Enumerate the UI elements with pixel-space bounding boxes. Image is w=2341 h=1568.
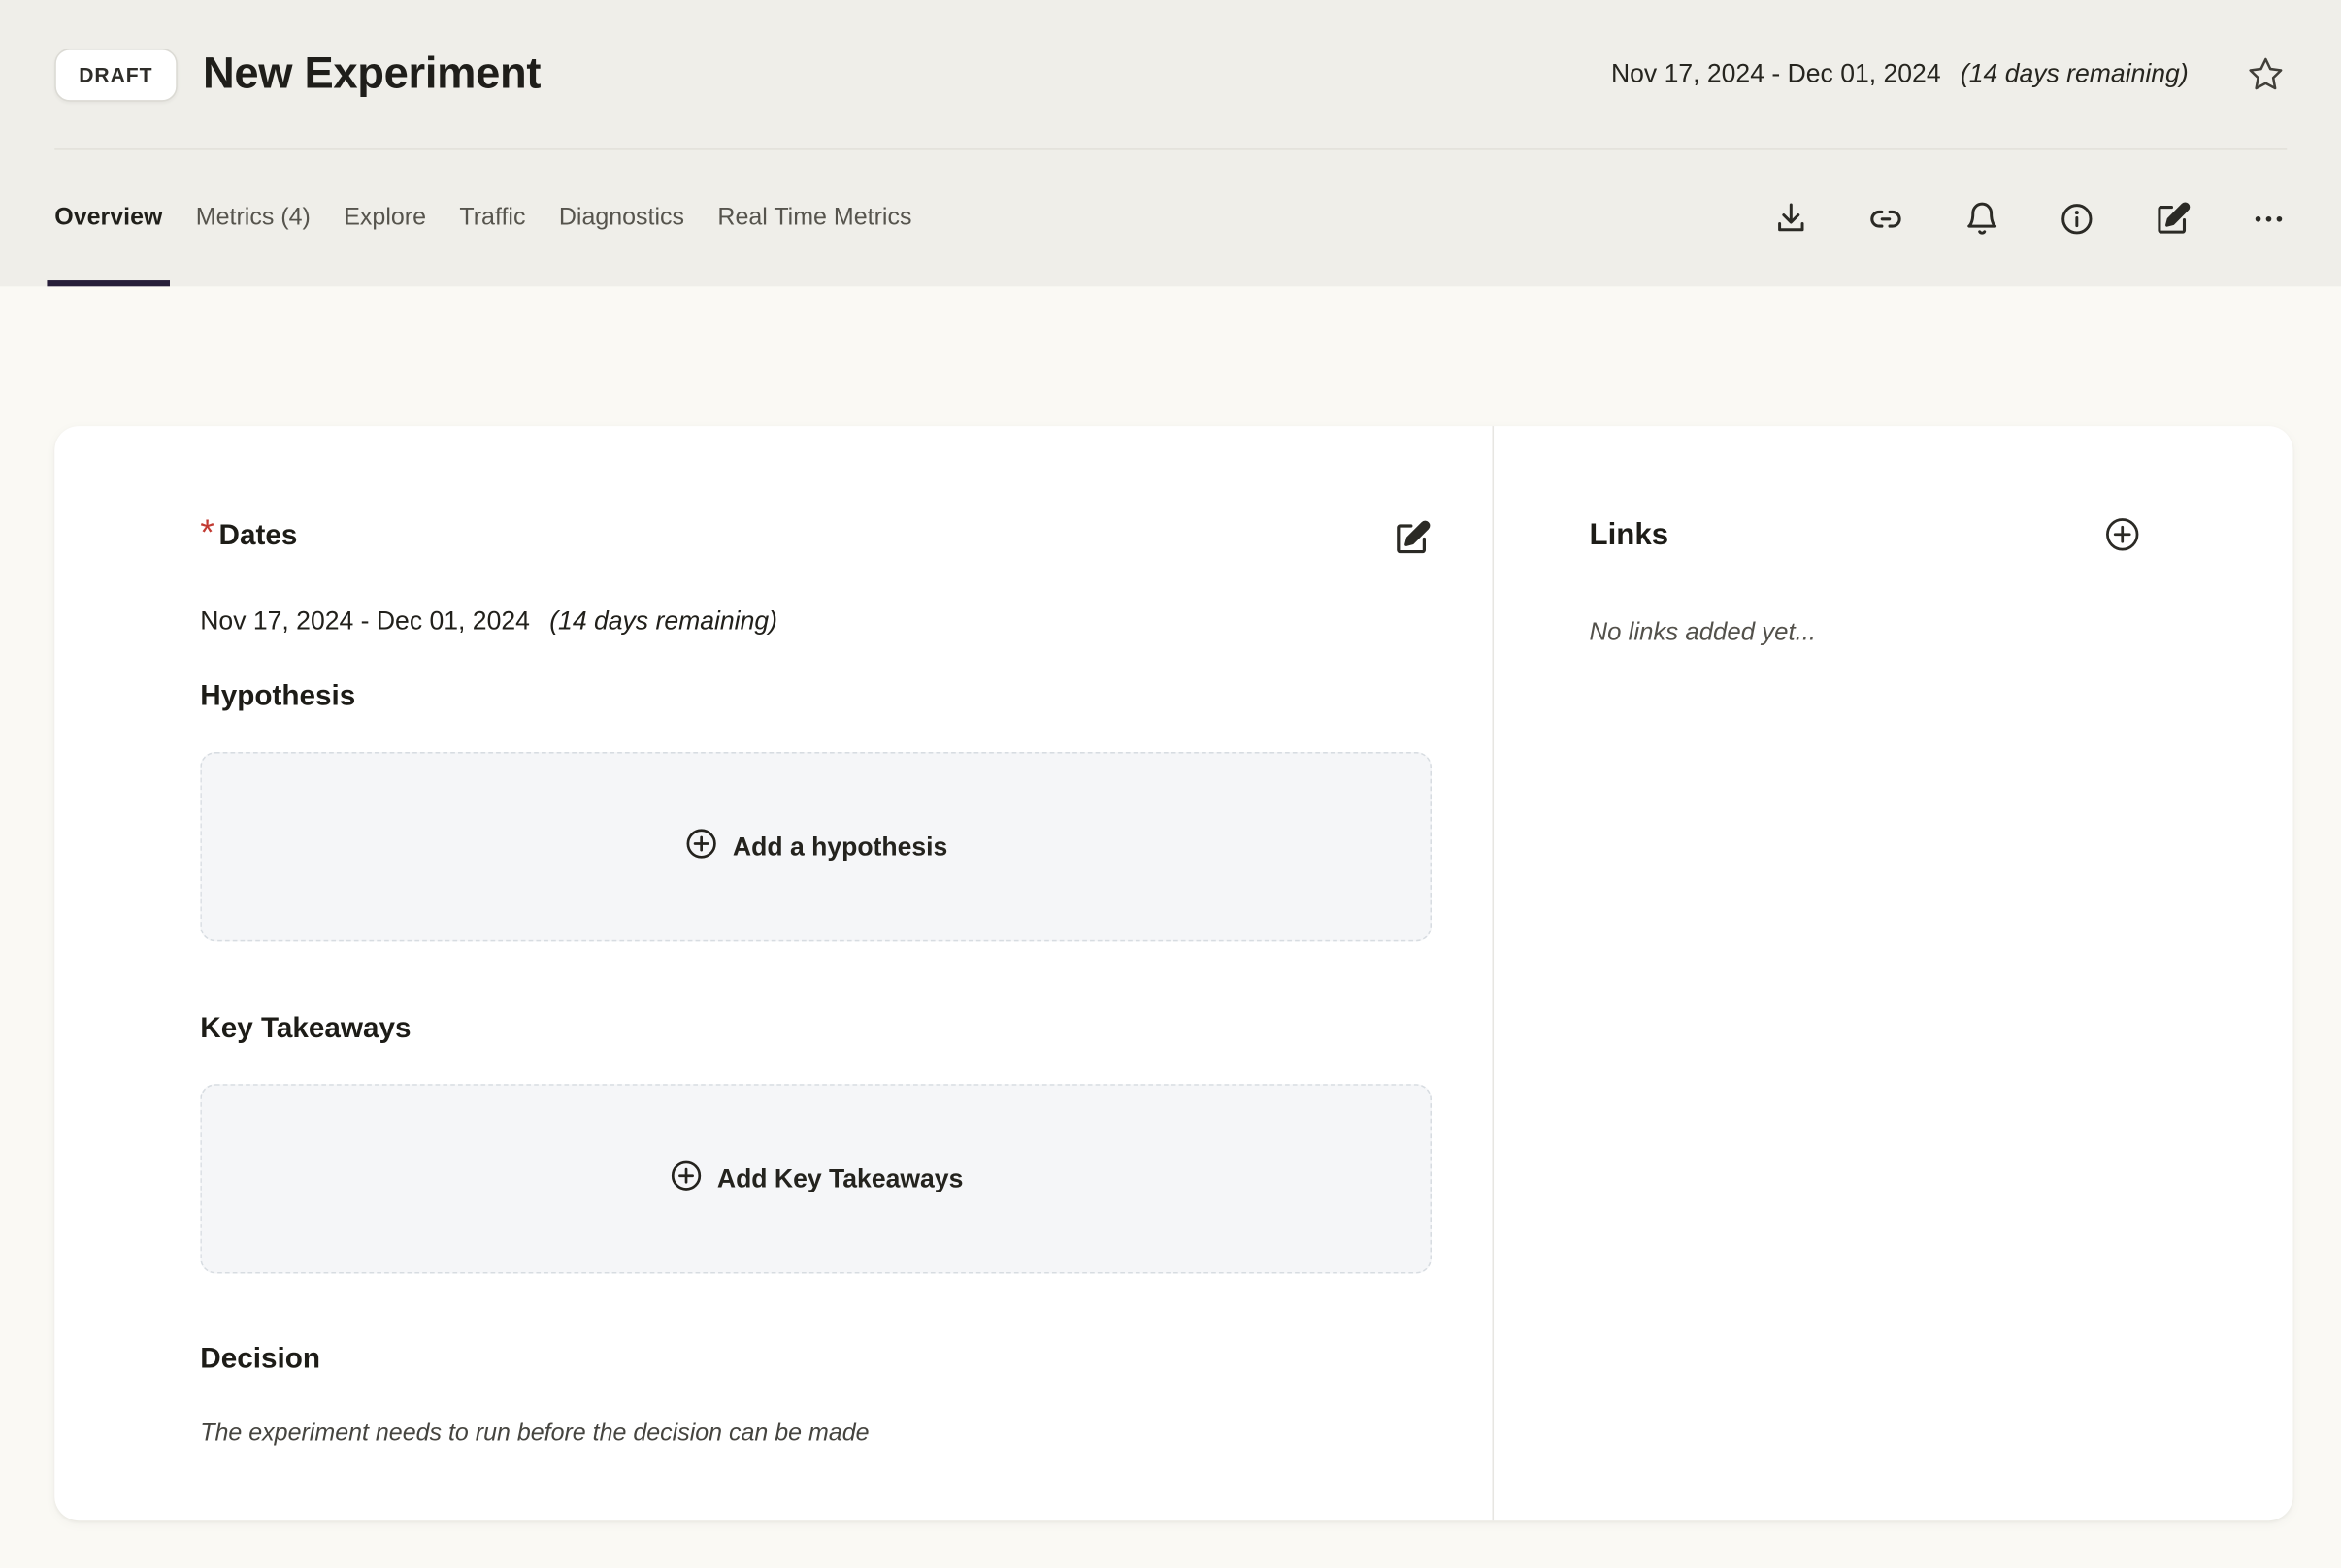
dates-label: Dates xyxy=(219,520,298,555)
edit-dates-button[interactable] xyxy=(1392,520,1432,560)
links-header-row: Links xyxy=(1590,517,2142,557)
decision-placeholder-message: The experiment needs to run before the d… xyxy=(200,1421,1432,1448)
add-key-takeaways-button[interactable]: Add Key Takeaways xyxy=(669,1158,963,1200)
main-content: * Dates Nov 17, 2024 - Dec 01, 2024( xyxy=(0,286,2341,1520)
more-options-button[interactable] xyxy=(2249,199,2287,237)
tab-real-time-metrics[interactable]: Real Time Metrics xyxy=(710,150,920,287)
favorite-star-button[interactable] xyxy=(2245,53,2288,96)
tab-bar: Overview Metrics (4) Explore Traffic Dia… xyxy=(0,150,2341,287)
download-icon xyxy=(1772,200,1809,237)
date-range-text: Nov 17, 2024 - Dec 01, 2024 xyxy=(1611,59,1941,88)
tab-diagnostics[interactable]: Diagnostics xyxy=(551,150,692,287)
dates-days-remaining: (14 days remaining) xyxy=(549,606,777,636)
tab-explore[interactable]: Explore xyxy=(336,150,433,287)
header-top-row: DRAFT New Experiment Nov 17, 2024 - Dec … xyxy=(54,0,2287,150)
overview-left-column: * Dates Nov 17, 2024 - Dec 01, 2024( xyxy=(54,426,1494,1520)
notifications-button[interactable] xyxy=(1962,199,2000,237)
dates-header-row: * Dates xyxy=(200,520,1432,560)
key-takeaways-section-title: Key Takeaways xyxy=(200,1013,1432,1046)
tab-traffic[interactable]: Traffic xyxy=(452,150,534,287)
experiment-date-range: Nov 17, 2024 - Dec 01, 2024 (14 days rema… xyxy=(1611,59,2189,89)
page: DRAFT New Experiment Nov 17, 2024 - Dec … xyxy=(0,0,2341,1568)
info-icon xyxy=(2058,199,2095,237)
days-remaining-text: (14 days remaining) xyxy=(1961,59,2189,88)
add-key-takeaways-label: Add Key Takeaways xyxy=(717,1163,963,1193)
tabs: Overview Metrics (4) Explore Traffic Dia… xyxy=(47,150,919,287)
ellipsis-icon xyxy=(2250,200,2287,237)
bell-icon xyxy=(1963,200,2000,237)
copy-link-button[interactable] xyxy=(1866,199,1904,237)
overview-card: * Dates Nov 17, 2024 - Dec 01, 2024( xyxy=(54,426,2292,1520)
download-button[interactable] xyxy=(1771,199,1809,237)
decision-section-title: Decision xyxy=(200,1343,1432,1376)
add-hypothesis-button[interactable]: Add a hypothesis xyxy=(684,826,947,868)
app-header: DRAFT New Experiment Nov 17, 2024 - Dec … xyxy=(0,0,2341,286)
hypothesis-section-title: Hypothesis xyxy=(200,681,1432,714)
add-hypothesis-label: Add a hypothesis xyxy=(733,832,947,862)
links-column: Links No links added yet... xyxy=(1494,426,2292,1520)
edit-icon xyxy=(2154,199,2192,237)
add-hypothesis-area[interactable]: Add a hypothesis xyxy=(200,752,1432,941)
dates-value-text: Nov 17, 2024 - Dec 01, 2024 xyxy=(200,606,530,636)
dates-section-title: * Dates xyxy=(200,520,297,555)
links-empty-message: No links added yet... xyxy=(1590,619,2142,648)
info-button[interactable] xyxy=(2058,199,2095,237)
page-title: New Experiment xyxy=(203,49,541,100)
plus-circle-icon xyxy=(684,826,719,868)
links-section-title: Links xyxy=(1590,517,1669,554)
plus-circle-icon xyxy=(2102,515,2140,558)
header-toolbar xyxy=(1771,199,2287,237)
tab-overview[interactable]: Overview xyxy=(47,150,170,287)
star-icon xyxy=(2246,54,2286,94)
edit-button[interactable] xyxy=(2154,199,2192,237)
status-badge: DRAFT xyxy=(54,48,177,101)
add-key-takeaways-area[interactable]: Add Key Takeaways xyxy=(200,1084,1432,1273)
tab-metrics[interactable]: Metrics (4) xyxy=(188,150,318,287)
header-right: Nov 17, 2024 - Dec 01, 2024 (14 days rema… xyxy=(1611,53,2287,96)
plus-circle-icon xyxy=(669,1158,704,1200)
add-link-button[interactable] xyxy=(2102,517,2142,557)
edit-icon xyxy=(1392,518,1432,562)
link-icon xyxy=(1866,199,1904,237)
experiment-dates-value: Nov 17, 2024 - Dec 01, 2024 (14 days rema… xyxy=(200,606,1432,637)
